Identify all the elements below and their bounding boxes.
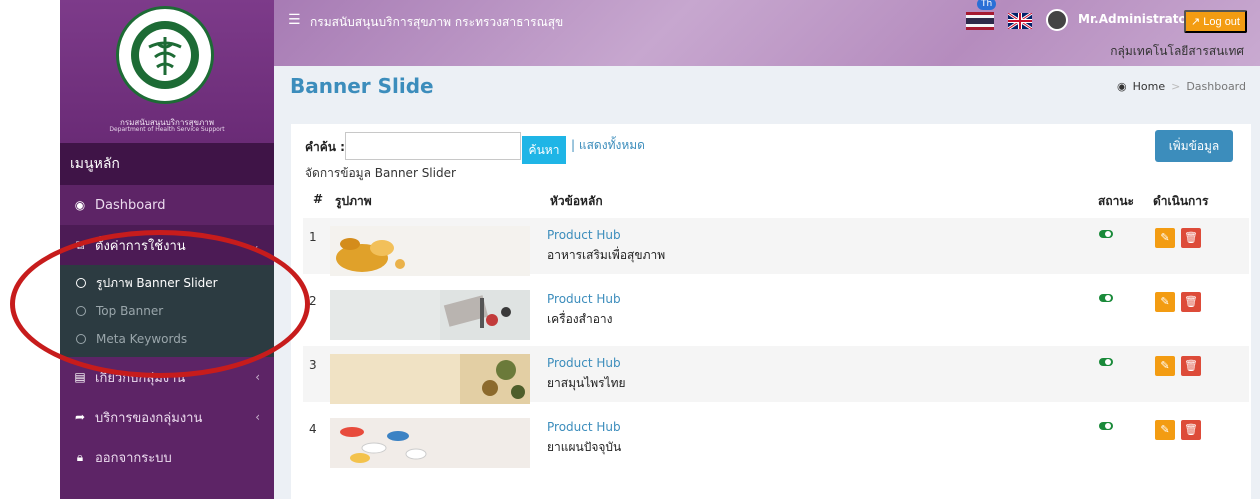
banner-thumbnail[interactable] bbox=[330, 354, 530, 404]
row-subtitle: อาหารเสริมเพื่อสุขภาพ bbox=[547, 248, 666, 262]
row-subtitle: ยาสมุนไพรไทย bbox=[547, 376, 626, 390]
table-row: 1 Product Hub อาหารเสริมเพื่อสุขภาพ ✎ 🗑︎ bbox=[303, 218, 1249, 276]
page-title: Banner Slide bbox=[290, 74, 434, 98]
sidebar-item-label: Dashboard bbox=[95, 197, 166, 213]
org-subtitle: กลุ่มเทคโนโลยีสารสนเทศ bbox=[1110, 44, 1244, 58]
pencil-icon: ✎ bbox=[1160, 296, 1170, 308]
sidebar-item-logout[interactable]: 🔒︎ ออกจากระบบ bbox=[60, 437, 274, 477]
chevron-left-icon: ‹ bbox=[255, 410, 260, 424]
edit-button[interactable]: ✎ bbox=[1155, 356, 1175, 376]
sidebar-item-label: ออกจากระบบ bbox=[95, 450, 172, 466]
delete-button[interactable]: 🗑︎ bbox=[1181, 292, 1201, 312]
breadcrumb: ◉ Home > Dashboard bbox=[1117, 80, 1246, 93]
row-subtitle: เครื่องสำอาง bbox=[547, 312, 613, 326]
row-title-link[interactable]: Product Hub bbox=[547, 356, 621, 370]
logout-button[interactable]: ↗ Log out bbox=[1184, 10, 1247, 33]
chevron-left-icon: ‹ bbox=[255, 370, 260, 384]
trash-icon: 🗑︎ bbox=[1184, 296, 1198, 308]
add-data-button[interactable]: เพิ่มข้อมูล bbox=[1155, 130, 1233, 162]
row-number: 1 bbox=[309, 230, 317, 244]
breadcrumb-separator: > bbox=[1171, 80, 1181, 93]
edit-button[interactable]: ✎ bbox=[1155, 228, 1175, 248]
thai-flag-icon[interactable] bbox=[966, 12, 994, 30]
hamburger-menu-icon[interactable]: ☰ bbox=[288, 12, 301, 28]
delete-button[interactable]: 🗑︎ bbox=[1181, 228, 1201, 248]
column-header-number: # bbox=[313, 192, 324, 206]
annotation-ellipse bbox=[10, 230, 310, 378]
top-bar: ☰ กรมสนับสนุนบริการสุขภาพ กระทรวงสาธารณส… bbox=[274, 0, 1260, 66]
edit-button[interactable]: ✎ bbox=[1155, 292, 1175, 312]
main-content: Banner Slide ◉ Home > Dashboard คำค้น : … bbox=[274, 66, 1260, 499]
search-label: คำค้น : bbox=[305, 140, 345, 154]
banner-panel: คำค้น : ค้นหา | แสดงทั้งหมด จัดการข้อมูล… bbox=[291, 124, 1251, 499]
edit-button[interactable]: ✎ bbox=[1155, 420, 1175, 440]
uk-flag-icon[interactable] bbox=[1008, 13, 1032, 29]
pencil-icon: ✎ bbox=[1160, 232, 1170, 244]
banner-thumbnail[interactable] bbox=[330, 290, 530, 340]
pencil-icon: ✎ bbox=[1160, 424, 1170, 436]
column-header-image: รูปภาพ bbox=[335, 194, 372, 208]
breadcrumb-current: Dashboard bbox=[1186, 80, 1246, 93]
delete-button[interactable]: 🗑︎ bbox=[1181, 356, 1201, 376]
row-number: 2 bbox=[309, 294, 317, 308]
dashboard-icon: ◉ bbox=[74, 198, 86, 212]
search-input[interactable] bbox=[345, 132, 521, 160]
trash-icon: 🗑︎ bbox=[1184, 360, 1198, 372]
delete-button[interactable]: 🗑︎ bbox=[1181, 420, 1201, 440]
search-button[interactable]: ค้นหา bbox=[522, 136, 566, 164]
menu-header: เมนูหลัก bbox=[60, 143, 274, 185]
share-icon: ➦ bbox=[74, 410, 86, 424]
column-header-status: สถานะ bbox=[1098, 194, 1134, 208]
manage-caption: จัดการข้อมูล Banner Slider bbox=[305, 166, 456, 180]
dashboard-icon: ◉ bbox=[1117, 80, 1127, 93]
row-title-link[interactable]: Product Hub bbox=[547, 292, 621, 306]
sidebar-item-dashboard[interactable]: ◉ Dashboard bbox=[60, 185, 274, 225]
row-number: 3 bbox=[309, 358, 317, 372]
row-title-link[interactable]: Product Hub bbox=[547, 420, 621, 434]
table-row: 2 Product Hub เครื่องสำอาง ✎ 🗑︎ bbox=[303, 282, 1249, 340]
row-subtitle: ยาแผนปัจจุบัน bbox=[547, 440, 622, 454]
sidebar-item-services[interactable]: ➦ บริการของกลุ่มงาน ‹ bbox=[60, 397, 274, 437]
ministry-logo bbox=[116, 6, 214, 104]
status-toggle-icon[interactable] bbox=[1099, 294, 1113, 302]
trash-icon: 🗑︎ bbox=[1184, 424, 1198, 436]
topbar-title: กรมสนับสนุนบริการสุขภาพ กระทรวงสาธารณสุข bbox=[310, 15, 564, 29]
status-toggle-icon[interactable] bbox=[1099, 230, 1113, 238]
column-header-actions: ดำเนินการ bbox=[1153, 194, 1209, 208]
breadcrumb-home[interactable]: Home bbox=[1133, 80, 1165, 93]
banner-thumbnail[interactable] bbox=[330, 226, 530, 276]
language-badge: Th bbox=[977, 0, 997, 10]
logout-label: Log out bbox=[1203, 16, 1240, 28]
lock-icon: 🔒︎ bbox=[76, 449, 84, 464]
show-all-link[interactable]: | แสดงทั้งหมด bbox=[571, 136, 645, 155]
table-row: 4 Product Hub ยาแผนปัจจุบัน ✎ 🗑︎ bbox=[303, 410, 1249, 468]
status-toggle-icon[interactable] bbox=[1099, 422, 1113, 430]
app-frame: กรมสนับสนุนบริการสุขภาพ Department of He… bbox=[0, 0, 1260, 499]
book-icon: ▤ bbox=[74, 370, 86, 384]
status-toggle-icon[interactable] bbox=[1099, 358, 1113, 366]
row-title-link[interactable]: Product Hub bbox=[547, 228, 621, 242]
user-name[interactable]: Mr.Administrator bbox=[1078, 12, 1193, 26]
table-row: 3 Product Hub ยาสมุนไพรไทย ✎ 🗑︎ bbox=[303, 346, 1249, 404]
trash-icon: 🗑︎ bbox=[1184, 232, 1198, 244]
brand-name-english: Department of Health Service Support bbox=[109, 126, 225, 133]
sidebar-item-label: บริการของกลุ่มงาน bbox=[95, 410, 203, 426]
pencil-icon: ✎ bbox=[1160, 360, 1170, 372]
row-number: 4 bbox=[309, 422, 317, 436]
external-link-icon: ↗ bbox=[1191, 16, 1201, 28]
brand-area: กรมสนับสนุนบริการสุขภาพ Department of He… bbox=[60, 0, 274, 143]
user-avatar[interactable] bbox=[1046, 9, 1068, 31]
column-header-topic: หัวข้อหลัก bbox=[550, 194, 603, 208]
banner-thumbnail[interactable] bbox=[330, 418, 530, 468]
